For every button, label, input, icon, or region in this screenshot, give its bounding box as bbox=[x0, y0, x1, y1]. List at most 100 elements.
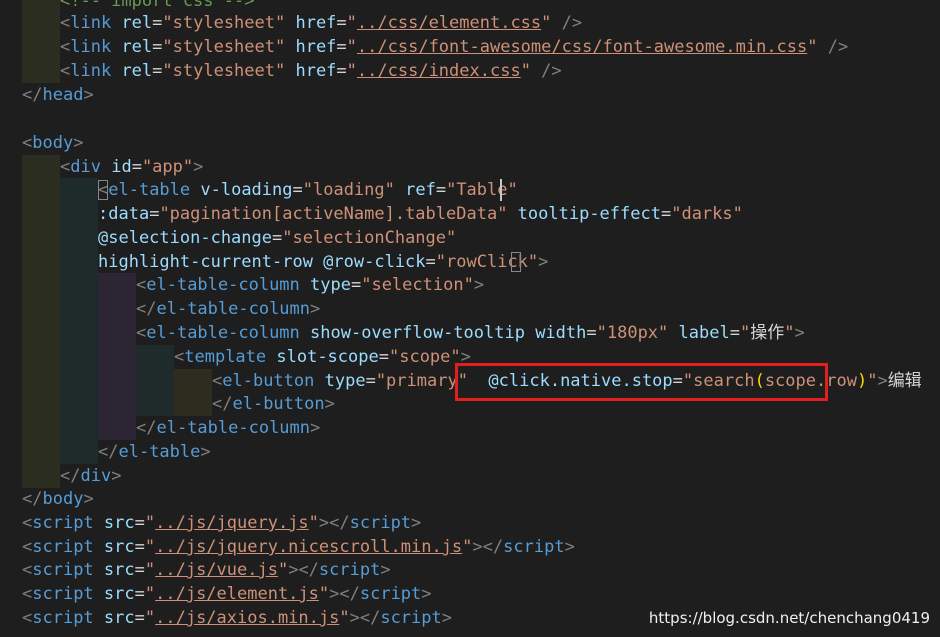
code-token: < bbox=[22, 584, 33, 604]
code-text: <link rel="stylesheet" href="../css/elem… bbox=[60, 11, 582, 35]
indent-guide bbox=[22, 345, 60, 369]
code-text: </el-table> bbox=[98, 440, 211, 464]
code-token: > bbox=[111, 466, 122, 486]
code-line[interactable]: :data="pagination[activeName].tableData"… bbox=[0, 202, 940, 226]
code-token: ></ bbox=[318, 513, 350, 533]
code-token: ../js/jquery.js bbox=[155, 513, 309, 533]
indent-guide bbox=[98, 392, 136, 416]
code-line[interactable]: </el-table-column> bbox=[0, 416, 940, 440]
code-text: <body> bbox=[22, 131, 83, 155]
code-token: script bbox=[503, 537, 565, 557]
code-line[interactable]: <script src="../js/element.js"></script> bbox=[0, 582, 940, 606]
indent-guide bbox=[22, 392, 60, 416]
code-token: label bbox=[668, 323, 730, 343]
code-line[interactable]: </div> bbox=[0, 464, 940, 488]
code-token: </ bbox=[22, 85, 43, 105]
code-line[interactable]: </body> bbox=[0, 487, 940, 511]
annotation-highlight-box bbox=[455, 363, 828, 401]
code-line[interactable]: </el-table> bbox=[0, 440, 940, 464]
indent-guide bbox=[22, 226, 60, 250]
code-line[interactable] bbox=[0, 107, 940, 131]
code-token: link bbox=[70, 37, 112, 57]
code-token: " bbox=[308, 513, 319, 533]
code-token: > bbox=[411, 513, 422, 533]
indent-guide bbox=[22, 35, 60, 59]
code-text: <link rel="stylesheet" href="../css/font… bbox=[60, 35, 848, 59]
code-token: slot-scope bbox=[266, 347, 379, 367]
code-token: script bbox=[32, 513, 94, 533]
code-token: type bbox=[314, 371, 366, 391]
code-line[interactable]: <el-table-column type="selection"> bbox=[0, 273, 940, 297]
indent-guide bbox=[22, 178, 60, 202]
code-token: > bbox=[324, 394, 335, 414]
code-text: highlight-current-row @row-click="rowCli… bbox=[98, 250, 548, 274]
code-line[interactable]: <el-table v-loading="loading" ref="Table… bbox=[0, 178, 940, 202]
code-token: " bbox=[339, 608, 350, 628]
code-text: </div> bbox=[60, 464, 121, 488]
code-token: src bbox=[93, 537, 135, 557]
indent-guide bbox=[98, 273, 136, 297]
code-token: 操作 bbox=[750, 323, 785, 343]
indent-guide bbox=[98, 321, 136, 345]
code-token: src bbox=[93, 513, 135, 533]
code-line[interactable]: <link rel="stylesheet" href="../css/elem… bbox=[0, 11, 940, 35]
code-token: "loading" bbox=[302, 180, 395, 200]
code-line[interactable]: <script src="../js/jquery.js"></script> bbox=[0, 511, 940, 535]
code-token: el-table-column bbox=[146, 323, 300, 343]
code-token: "darks" bbox=[671, 204, 743, 224]
indent-guide bbox=[22, 202, 60, 226]
code-token: " bbox=[541, 13, 552, 33]
code-text: </body> bbox=[22, 487, 94, 511]
indent-guide bbox=[60, 273, 98, 297]
code-line[interactable]: highlight-current-row @row-click="rowCli… bbox=[0, 250, 940, 274]
code-token: div bbox=[80, 466, 112, 486]
code-token: tooltip-effect bbox=[507, 204, 661, 224]
code-token: = bbox=[134, 584, 145, 604]
code-line[interactable]: <link rel="stylesheet" href="../css/font… bbox=[0, 35, 940, 59]
code-token: </ bbox=[98, 442, 119, 462]
indent-guide bbox=[60, 202, 98, 226]
code-token: "180px" bbox=[596, 323, 669, 343]
code-token: < bbox=[136, 323, 147, 343]
code-token: = bbox=[149, 204, 160, 224]
code-token: div bbox=[70, 157, 101, 177]
code-line[interactable]: <div id="app"> bbox=[0, 155, 940, 179]
code-token: > bbox=[421, 584, 432, 604]
indent-guide bbox=[136, 392, 174, 416]
code-token: el-table-column bbox=[146, 275, 300, 295]
code-token: /> bbox=[817, 37, 849, 57]
code-token: "Table" bbox=[446, 180, 518, 200]
code-token: < bbox=[60, 37, 71, 57]
code-line[interactable]: </head> bbox=[0, 83, 940, 107]
code-editor[interactable]: <!-- import css --> <link rel="stylesheet… bbox=[0, 0, 940, 637]
indent-guide bbox=[22, 440, 60, 464]
code-line[interactable]: @selection-change="selectionChange" bbox=[0, 226, 940, 250]
code-line[interactable]: <el-table-column show-overflow-tooltip w… bbox=[0, 321, 940, 345]
code-token: el-button bbox=[232, 394, 325, 414]
code-token: "stylesheet" bbox=[162, 61, 286, 81]
code-token: " bbox=[318, 584, 330, 604]
code-token: </ bbox=[212, 394, 233, 414]
code-token: " bbox=[144, 584, 156, 604]
code-line[interactable]: <link rel="stylesheet" href="../css/inde… bbox=[0, 59, 940, 83]
code-token: template bbox=[184, 347, 267, 367]
code-token: = bbox=[152, 37, 163, 57]
code-token: "selection" bbox=[361, 275, 474, 295]
code-line[interactable]: <script src="../js/jquery.nicescroll.min… bbox=[0, 535, 940, 559]
code-token: < bbox=[22, 513, 33, 533]
code-line[interactable]: </el-table-column> bbox=[0, 297, 940, 321]
code-token: ../css/index.css bbox=[356, 61, 521, 81]
code-token: = bbox=[134, 537, 145, 557]
code-token: "stylesheet" bbox=[162, 13, 286, 33]
code-token: el-button bbox=[222, 371, 315, 391]
code-token: < bbox=[22, 537, 33, 557]
code-line[interactable]: <script src="../js/vue.js"></script> bbox=[0, 558, 940, 582]
code-token: = bbox=[350, 275, 362, 295]
code-token: "selectionChange" bbox=[282, 228, 457, 248]
code-token: = bbox=[336, 37, 347, 57]
code-token: ../css/element.css bbox=[356, 13, 542, 33]
indent-guide bbox=[98, 369, 136, 393]
code-text: </head> bbox=[22, 83, 94, 107]
code-token: el-table-column bbox=[156, 299, 311, 319]
code-line[interactable]: <body> bbox=[0, 131, 940, 155]
